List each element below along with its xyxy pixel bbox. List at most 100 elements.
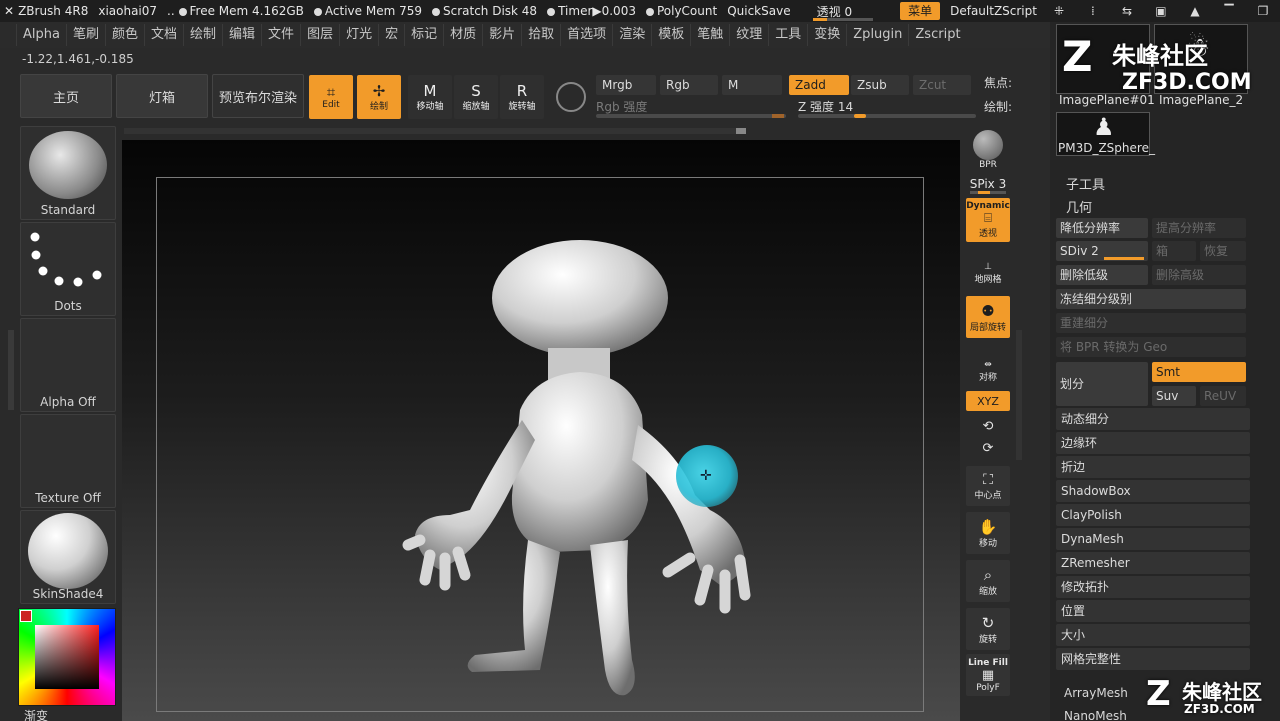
perspective-slider[interactable]: 透视 0: [812, 3, 873, 21]
move-view-button[interactable]: ✋ 移动: [966, 512, 1010, 554]
z-rotate-icon[interactable]: ⟳: [966, 438, 1010, 458]
scale-button[interactable]: S 缩放轴: [454, 75, 498, 119]
geometry-subpalette-item[interactable]: ClayPolish: [1056, 504, 1250, 526]
zcut-button[interactable]: Zcut: [913, 75, 971, 95]
floor-grid-button[interactable]: ⊥ 地网格: [966, 258, 1010, 288]
gradient-label[interactable]: 渐变: [24, 707, 48, 721]
menu-item[interactable]: 影片: [482, 24, 521, 46]
rgb-intensity-slider[interactable]: Rgb 强度: [596, 98, 786, 118]
texture-selector[interactable]: Texture Off: [20, 414, 116, 508]
menu-item[interactable]: 绘制: [183, 24, 222, 46]
geometry-subpalette-item[interactable]: ZRemesher: [1056, 552, 1250, 574]
color-picker[interactable]: [18, 608, 116, 706]
canvas-scrollbar[interactable]: [124, 128, 746, 134]
quicksave-button[interactable]: QuickSave: [727, 4, 790, 18]
swap-icon[interactable]: ⇆: [1115, 4, 1139, 18]
del-lower-button[interactable]: 删除低级: [1056, 265, 1148, 285]
menu-item[interactable]: 笔触: [690, 24, 729, 46]
geometry-subpalette-item[interactable]: 位置: [1056, 600, 1250, 622]
sphere-material-icon[interactable]: [556, 82, 586, 112]
z-intensity-slider[interactable]: Z 强度 14: [798, 98, 976, 118]
subtool-section[interactable]: 子工具: [1066, 174, 1105, 193]
stroke-selector[interactable]: Dots: [20, 222, 116, 316]
rgb-button[interactable]: Rgb: [660, 75, 718, 95]
rebuild-subdiv-button[interactable]: 重建细分: [1056, 313, 1246, 333]
move-button[interactable]: M 移动轴: [408, 75, 452, 119]
nanomesh-section[interactable]: NanoMesh: [1064, 709, 1127, 721]
menu-item[interactable]: 标记: [404, 24, 443, 46]
xyz-rotate-button[interactable]: XYZ: [966, 391, 1010, 411]
menu-item[interactable]: Zscript: [908, 24, 966, 46]
symmetry-button[interactable]: ⇹ 对称: [966, 356, 1010, 386]
menu-item[interactable]: 文件: [261, 24, 300, 46]
menu-item[interactable]: 拾取: [521, 24, 560, 46]
geometry-section-header[interactable]: 几何: [1066, 197, 1092, 216]
arraymesh-section[interactable]: ArrayMesh: [1064, 686, 1128, 700]
center-point-button[interactable]: ⛶ 中心点: [966, 466, 1010, 506]
menu-item[interactable]: Alpha: [16, 24, 66, 46]
suv-toggle[interactable]: Suv: [1152, 386, 1196, 406]
menu-item[interactable]: 图层: [300, 24, 339, 46]
menu-item[interactable]: 宏: [378, 24, 404, 46]
lock-icon[interactable]: ▲: [1183, 4, 1207, 18]
rotate-button[interactable]: R 旋转轴: [500, 75, 544, 119]
menu-item[interactable]: 编辑: [222, 24, 261, 46]
m-button[interactable]: M: [722, 75, 782, 95]
divide-button[interactable]: 划分: [1056, 362, 1148, 406]
material-selector[interactable]: SkinShade4: [20, 510, 116, 604]
minimize-icon[interactable]: ▔: [1217, 4, 1241, 18]
higher-res-button[interactable]: 提高分辨率: [1152, 218, 1246, 238]
saturation-square[interactable]: [35, 625, 99, 689]
brush-selector[interactable]: Standard: [20, 126, 116, 220]
mrgb-button[interactable]: Mrgb: [596, 75, 656, 95]
focal-shift-label[interactable]: 焦点:: [984, 74, 1012, 91]
reconstruct-button[interactable]: 恢复: [1200, 241, 1246, 261]
lightbox-button[interactable]: 灯箱: [116, 74, 208, 118]
polyframe-button[interactable]: Line Fill ▦ PolyF: [966, 654, 1010, 696]
local-rotate-button[interactable]: ⚉ 局部旋转: [966, 296, 1010, 338]
restore-icon[interactable]: ❐: [1251, 4, 1275, 18]
menu-item[interactable]: 模板: [651, 24, 690, 46]
smt-toggle[interactable]: Smt: [1152, 362, 1246, 382]
cage-button[interactable]: 箱: [1152, 241, 1196, 261]
reuv-button[interactable]: ReUV: [1200, 386, 1246, 406]
model-right-leg[interactable]: [590, 540, 635, 696]
model-torso[interactable]: [511, 372, 648, 552]
menu-item[interactable]: 首选项: [560, 24, 612, 46]
geometry-subpalette-item[interactable]: 边缘环: [1056, 432, 1250, 454]
zadd-button[interactable]: Zadd: [789, 75, 849, 95]
right-tray-handle[interactable]: [1016, 330, 1022, 460]
ui-icon[interactable]: ▣: [1149, 4, 1173, 18]
menu-item[interactable]: 灯光: [339, 24, 378, 46]
menu-item[interactable]: 颜色: [104, 24, 144, 46]
geometry-subpalette-item[interactable]: 大小: [1056, 624, 1250, 646]
menu-item[interactable]: 渲染: [612, 24, 651, 46]
alpha-selector[interactable]: Alpha Off: [20, 318, 116, 412]
dynamic-perspective-button[interactable]: Dynamic ⌸ 透视: [966, 198, 1010, 242]
bpr-render-button[interactable]: BPR: [966, 128, 1010, 172]
sdiv-slider[interactable]: SDiv 2: [1056, 241, 1148, 261]
layout2-icon[interactable]: ⁞: [1081, 4, 1105, 18]
geometry-subpalette-item[interactable]: 折边: [1056, 456, 1250, 478]
geometry-subpalette-item[interactable]: DynaMesh: [1056, 528, 1250, 550]
menu-item[interactable]: 材质: [443, 24, 482, 46]
freeze-subdiv-button[interactable]: 冻结细分级别: [1056, 289, 1246, 309]
left-tray-handle[interactable]: [8, 330, 14, 410]
secondary-color-swatch[interactable]: [20, 610, 32, 622]
menu-item[interactable]: 变换: [807, 24, 846, 46]
menu-toggle-button[interactable]: 菜单: [900, 2, 941, 20]
zsub-button[interactable]: Zsub: [851, 75, 909, 95]
geometry-subpalette-item[interactable]: ShadowBox: [1056, 480, 1250, 502]
geometry-subpalette-item[interactable]: 网格完整性: [1056, 648, 1250, 670]
menu-item[interactable]: 纹理: [729, 24, 768, 46]
zoom-view-button[interactable]: ⌕ 缩放: [966, 560, 1010, 602]
geometry-subpalette-item[interactable]: 动态细分: [1056, 408, 1250, 430]
home-button[interactable]: 主页: [20, 74, 112, 118]
edit-button[interactable]: ⌗ Edit: [309, 75, 353, 119]
lower-res-button[interactable]: 降低分辨率: [1056, 218, 1148, 238]
rotate-view-button[interactable]: ↻ 旋转: [966, 608, 1010, 650]
del-higher-button[interactable]: 删除高级: [1152, 265, 1246, 285]
menu-item[interactable]: 笔刷: [65, 24, 105, 46]
layout-icon[interactable]: ⁜: [1047, 4, 1071, 18]
bpr-to-geo-button[interactable]: 将 BPR 转换为 Geo: [1056, 337, 1246, 357]
